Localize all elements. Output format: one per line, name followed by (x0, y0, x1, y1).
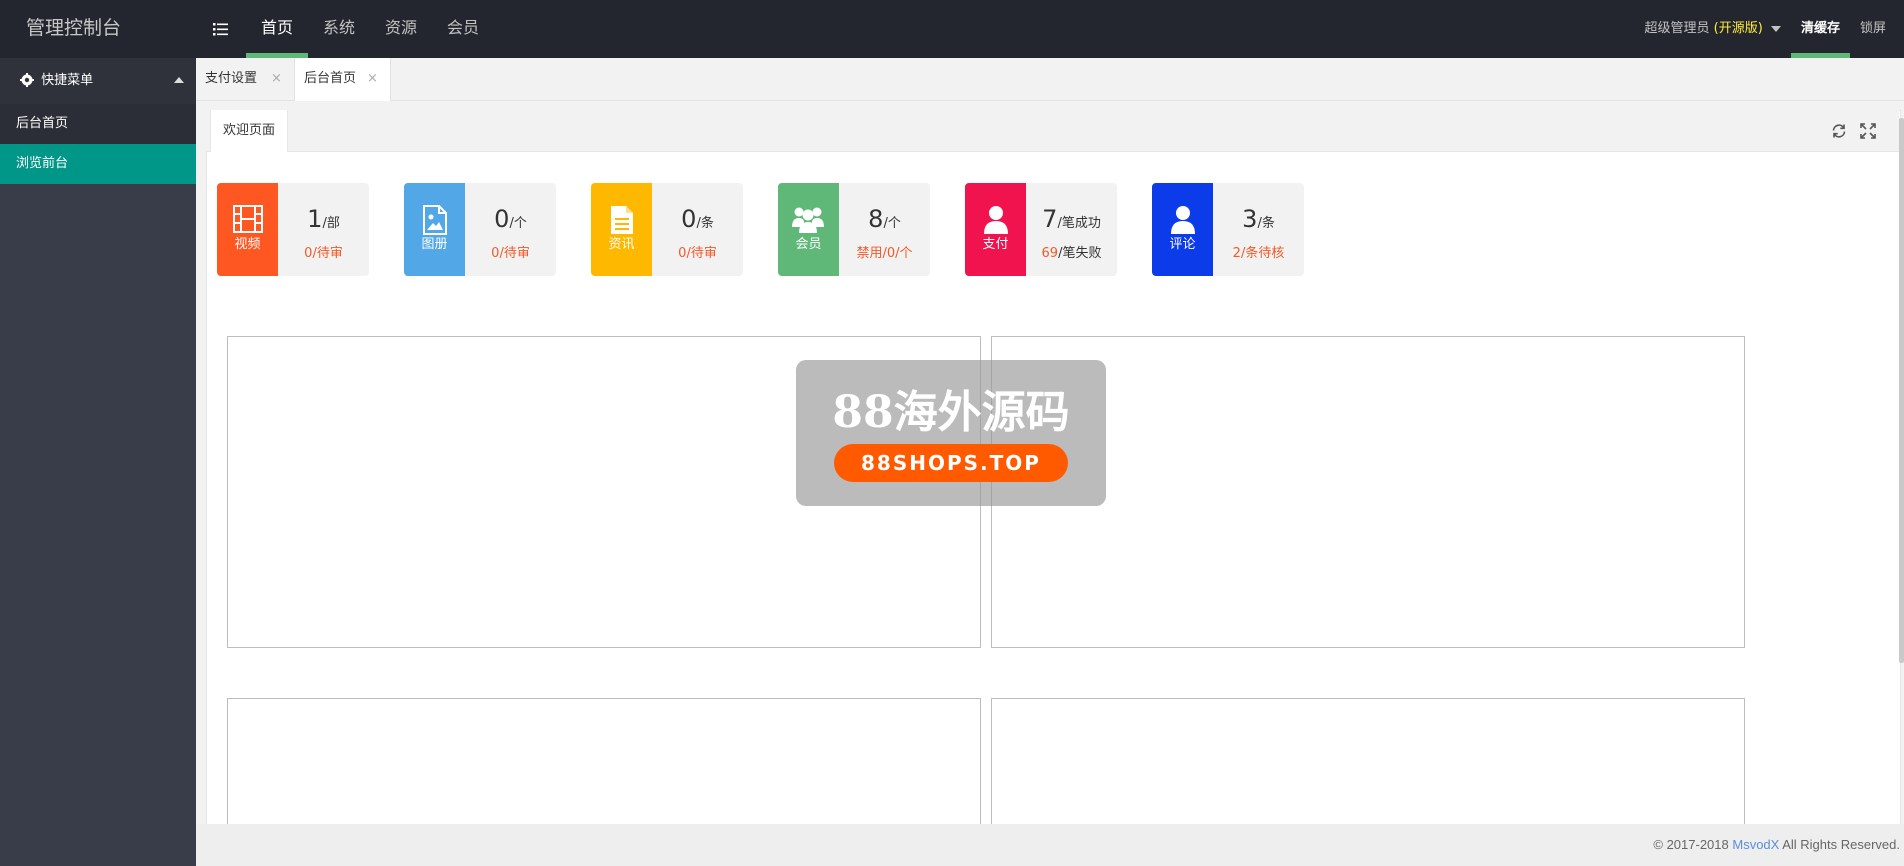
panel-header: 欢迎页面 (206, 110, 1899, 152)
stat-count: 0/条 (681, 205, 714, 233)
chart-box-3 (227, 698, 981, 840)
list-icon[interactable] (212, 20, 230, 38)
close-icon[interactable]: × (367, 58, 378, 100)
stat-card-members[interactable]: 会员 8/个 禁用/0/个 (778, 183, 930, 276)
stat-count: 3/条 (1242, 205, 1275, 233)
stat-label: 会员 (795, 237, 822, 252)
stat-subtext: 0/待审 (491, 246, 530, 261)
film-icon (233, 205, 263, 233)
user-name: 超级管理员 (1644, 21, 1710, 36)
sidebar: 快捷菜单 后台首页 浏览前台 (0, 58, 196, 866)
gear-icon (20, 61, 34, 107)
stat-icon-block: 图册 (404, 183, 465, 276)
stat-icon-block: 支付 (965, 183, 1026, 276)
document-icon (611, 206, 633, 234)
tab-admin-home[interactable]: 后台首页 × (294, 58, 391, 101)
stat-label: 评论 (1169, 237, 1196, 252)
user-icon (1171, 206, 1195, 234)
stat-label: 资讯 (608, 237, 635, 252)
stat-label: 支付 (982, 237, 1009, 252)
close-icon[interactable]: × (271, 58, 282, 100)
tab-welcome[interactable]: 欢迎页面 (210, 110, 289, 152)
stat-subtext: 69/笔失败 (1041, 246, 1102, 261)
user-icon (984, 206, 1008, 234)
scrollbar[interactable] (1899, 118, 1904, 663)
top-nav: 首页 系统 资源 会员 (246, 0, 494, 58)
watermark-title: 88海外源码 (832, 387, 1070, 438)
stat-icon-block: 视频 (217, 183, 278, 276)
tab-payment-settings[interactable]: 支付设置 × (196, 58, 297, 100)
stat-card-video[interactable]: 视频 1/部 0/待审 (217, 183, 369, 276)
stat-subtext: 禁用/0/个 (856, 246, 913, 261)
top-header: 管理控制台 首页 系统 资源 会员 超级管理员 (开源版) 清缓存 锁屏 (0, 0, 1904, 58)
refresh-icon[interactable] (1830, 122, 1848, 140)
stat-card-news[interactable]: 资讯 0/条 0/待审 (591, 183, 743, 276)
users-icon (792, 207, 824, 233)
sidebar-title: 快捷菜单 (41, 73, 94, 88)
app-logo: 管理控制台 (26, 17, 122, 39)
stat-icon-block: 评论 (1152, 183, 1213, 276)
sidebar-header[interactable]: 快捷菜单 (0, 58, 196, 104)
stat-count: 1/部 (307, 205, 340, 233)
image-icon (423, 205, 447, 235)
fullscreen-icon[interactable] (1859, 122, 1877, 140)
tab-label: 后台首页 (304, 71, 357, 86)
nav-home[interactable]: 首页 (246, 0, 309, 58)
copyright: © 2017-2018 MsvodX All Rights Reserved. (1653, 837, 1900, 852)
stat-label: 图册 (421, 237, 448, 252)
nav-resources[interactable]: 资源 (370, 0, 432, 58)
user-menu[interactable]: 超级管理员 (开源版) (1635, 0, 1791, 58)
stat-icon-block: 会员 (778, 183, 839, 276)
watermark-overlay: 88海外源码 88SHOPS.TOP (796, 360, 1106, 506)
stat-icon-block: 资讯 (591, 183, 652, 276)
stat-label: 视频 (234, 237, 261, 252)
stat-count: 8/个 (868, 205, 901, 233)
stat-subtext: 0/待审 (304, 246, 343, 261)
brand-link[interactable]: MsvodX (1732, 837, 1779, 852)
stat-card-album[interactable]: 图册 0/个 0/待审 (404, 183, 556, 276)
stat-subtext: 2/条待核 (1232, 246, 1285, 261)
stat-card-comments[interactable]: 评论 3/条 2/条待核 (1152, 183, 1304, 276)
tab-bar: 支付设置 × 后台首页 × (196, 58, 1904, 101)
nav-members[interactable]: 会员 (432, 0, 494, 58)
nav-system[interactable]: 系统 (308, 0, 370, 58)
sidebar-item-admin-home[interactable]: 后台首页 (0, 104, 196, 144)
sidebar-item-browse-frontend[interactable]: 浏览前台 (0, 144, 196, 184)
caret-down-icon (1770, 25, 1781, 32)
header-actions: 超级管理员 (开源版) 清缓存 锁屏 (1635, 0, 1904, 58)
tab-label: 支付设置 (205, 71, 258, 86)
stat-count: 0/个 (494, 205, 527, 233)
watermark-url: 88SHOPS.TOP (834, 444, 1068, 482)
stat-count: 7/笔成功 (1042, 205, 1101, 233)
lock-screen-button[interactable]: 锁屏 (1850, 0, 1904, 58)
footer: © 2017-2018 MsvodX All Rights Reserved. (196, 824, 1904, 866)
clear-cache-button[interactable]: 清缓存 (1790, 0, 1850, 58)
stat-subtext: 0/待审 (678, 246, 717, 261)
chart-box-4 (991, 698, 1745, 840)
version-badge: (开源版) (1713, 21, 1763, 36)
stat-card-payment[interactable]: 支付 7/笔成功 69/笔失败 (965, 183, 1117, 276)
caret-up-icon (174, 77, 184, 83)
